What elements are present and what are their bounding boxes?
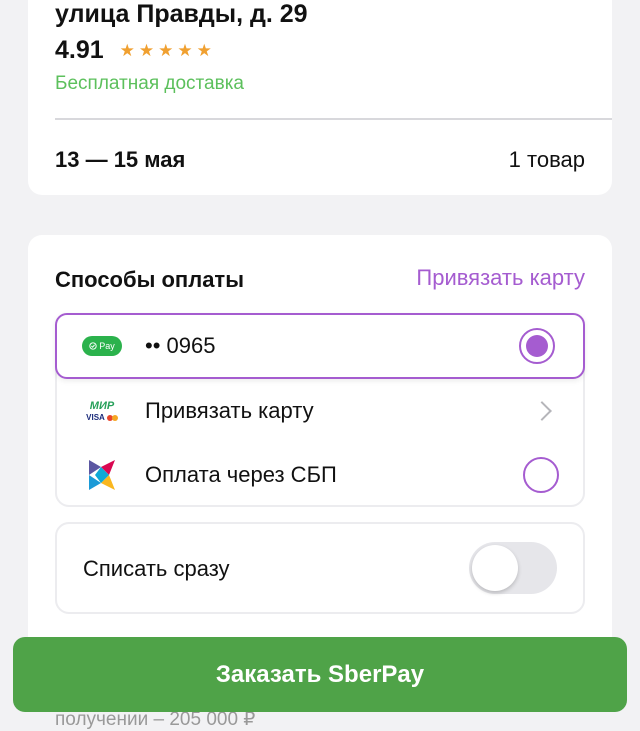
- payment-method-sberpay[interactable]: Pay •• 0965: [55, 313, 585, 379]
- sberpay-icon: Pay: [81, 336, 123, 356]
- radio-unselected[interactable]: [523, 457, 559, 493]
- radio-selected[interactable]: [519, 328, 555, 364]
- free-delivery-label: Бесплатная доставка: [55, 73, 244, 94]
- delivery-dates: 13 — 15 мая: [55, 147, 186, 172]
- chevron-right-icon: [532, 401, 552, 421]
- divider: [55, 118, 612, 120]
- delivery-card: улица Правды, д. 29 4.91 ★★★★★ Бесплатна…: [28, 0, 612, 195]
- write-off-label: Списать сразу: [83, 556, 230, 581]
- payment-method-link-card[interactable]: МИР VISA Привязать карту: [57, 379, 587, 443]
- payment-method-sbp[interactable]: Оплата через СБП: [57, 443, 587, 507]
- payment-method-label: Оплата через СБП: [145, 462, 337, 487]
- write-off-toggle[interactable]: [469, 542, 557, 594]
- rating-value: 4.91: [55, 36, 104, 64]
- payment-methods-list: Pay •• 0965 МИР VISA Привязать карту Опл…: [55, 313, 585, 507]
- rating-row: 4.91 ★★★★★: [55, 36, 216, 65]
- link-card-button[interactable]: Привязать карту: [416, 265, 585, 291]
- store-address: улица Правды, д. 29: [55, 0, 308, 28]
- items-count: 1 товар: [508, 147, 585, 172]
- sbp-icon: [81, 458, 123, 492]
- payment-method-label: •• 0965: [145, 333, 216, 358]
- payment-title: Способы оплаты: [55, 267, 244, 292]
- payment-method-label: Привязать карту: [145, 398, 314, 423]
- rating-stars-icon: ★★★★★: [119, 40, 216, 60]
- mir-visa-mastercard-icon: МИР VISA: [81, 400, 123, 422]
- order-sberpay-button[interactable]: Заказать SberPay: [13, 637, 627, 712]
- write-off-row: Списать сразу: [55, 522, 585, 614]
- payment-card: Способы оплаты Привязать карту Pay •• 09…: [28, 235, 612, 655]
